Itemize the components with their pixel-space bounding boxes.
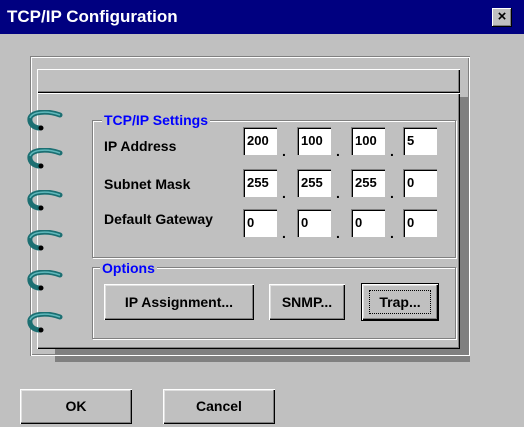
snmp-button[interactable]: SNMP... <box>269 284 345 320</box>
mask-separator: . <box>282 185 286 201</box>
ip-octet-2[interactable]: 100 <box>297 127 331 155</box>
mask-octet-3[interactable]: 255 <box>351 169 385 197</box>
mask-octet-2[interactable]: 255 <box>297 169 331 197</box>
trap-focus-rect <box>369 290 431 314</box>
mask-octet-1[interactable]: 255 <box>243 169 277 197</box>
gateway-separator: . <box>336 225 340 241</box>
gateway-separator: . <box>282 225 286 241</box>
default-gateway-label: Default Gateway <box>104 211 213 227</box>
cancel-button[interactable]: Cancel <box>163 389 275 424</box>
binder-ring-icon <box>27 270 63 291</box>
options-label: Options <box>100 260 157 276</box>
gateway-octet-2[interactable]: 0 <box>297 209 331 237</box>
ip-separator: . <box>282 143 286 159</box>
mask-octet-4[interactable]: 0 <box>403 169 437 197</box>
ok-button[interactable]: OK <box>20 389 132 424</box>
ip-octet-1[interactable]: 200 <box>243 127 277 155</box>
gateway-octet-1[interactable]: 0 <box>243 209 277 237</box>
ip-assignment-button[interactable]: IP Assignment... <box>104 284 254 320</box>
binder-ring-icon <box>27 110 63 131</box>
title-bar: TCP/IP Configuration × <box>0 0 524 34</box>
ip-separator: . <box>390 143 394 159</box>
ip-octet-4[interactable]: 5 <box>403 127 437 155</box>
window-title: TCP/IP Configuration <box>7 7 178 26</box>
ip-address-label: IP Address <box>104 138 177 154</box>
gateway-octet-4[interactable]: 0 <box>403 209 437 237</box>
mask-separator: . <box>390 185 394 201</box>
mask-separator: . <box>336 185 340 201</box>
tcpip-settings-label: TCP/IP Settings <box>102 112 210 128</box>
notebook-tab <box>37 69 460 93</box>
binder-ring-icon <box>27 148 63 169</box>
subnet-mask-label: Subnet Mask <box>104 176 191 192</box>
gateway-octet-3[interactable]: 0 <box>351 209 385 237</box>
ip-octet-3[interactable]: 100 <box>351 127 385 155</box>
gateway-separator: . <box>390 225 394 241</box>
close-icon[interactable]: × <box>492 8 512 27</box>
binder-ring-icon <box>27 230 63 251</box>
tcpip-configuration-window: TCP/IP Configuration × TCP/IP Settings I… <box>0 0 524 427</box>
ip-separator: . <box>336 143 340 159</box>
binder-ring-icon <box>27 190 63 211</box>
binder-ring-icon <box>27 312 63 333</box>
